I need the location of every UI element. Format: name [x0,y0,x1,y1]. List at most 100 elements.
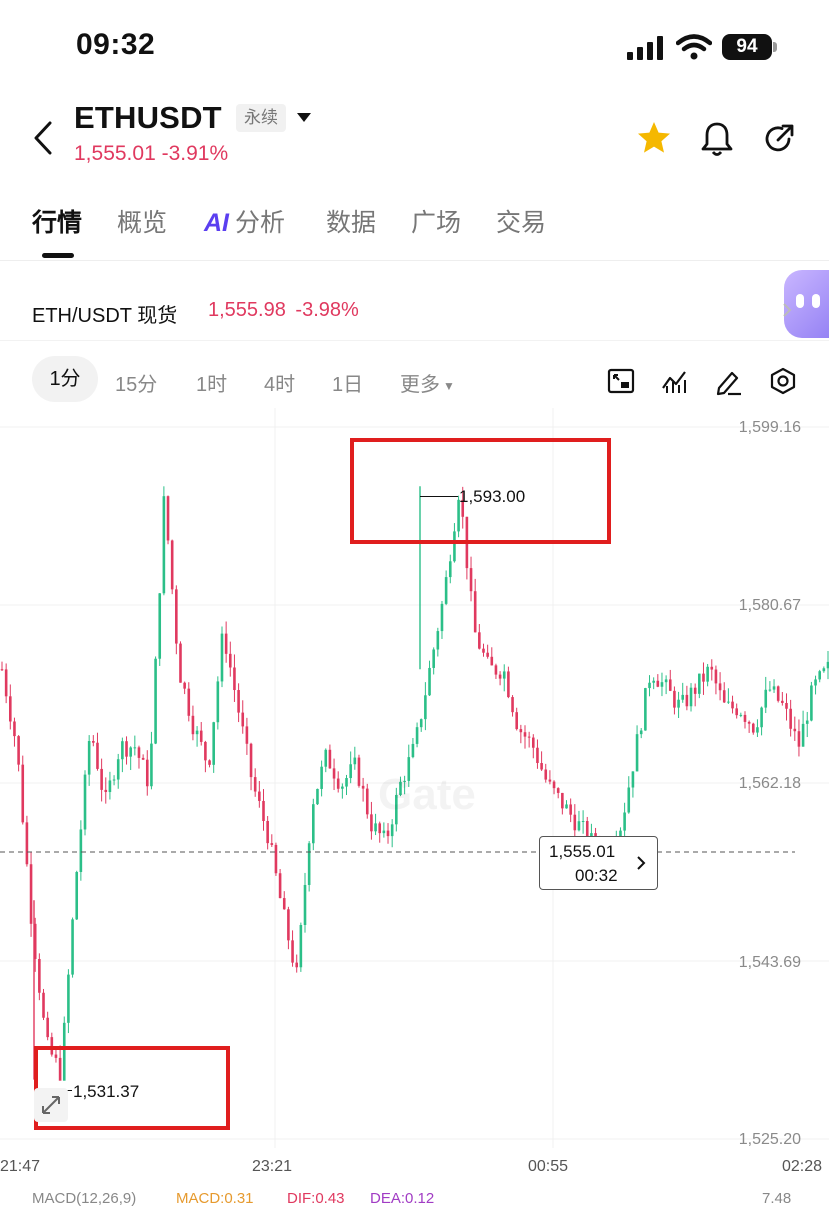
candle [295,954,299,973]
candle-body [469,568,473,592]
tab-overview[interactable]: 概览 [117,203,167,239]
candle [540,751,543,771]
candle [768,681,772,692]
candle-body [801,723,805,747]
candle-body [673,690,676,708]
candle [341,783,344,799]
candle-body [793,728,797,732]
candle-body [253,777,257,792]
candle-body [374,823,377,832]
candle-body [341,786,344,789]
tab-trade[interactable]: 交易 [496,203,546,239]
candle [220,626,224,688]
candle [266,816,269,850]
candle-body [75,871,79,920]
candle [735,703,738,719]
tab-market[interactable]: 行情 [32,203,82,239]
share-icon[interactable] [762,122,796,156]
tab-square[interactable]: 广场 [411,203,461,239]
candle-body [166,496,170,541]
interval-1h[interactable]: 1时 [196,368,227,397]
candle [419,718,423,732]
candle-body [145,759,149,787]
candle [440,600,444,639]
candle [25,815,29,867]
expand-icon[interactable] [34,1088,68,1122]
pair-dropdown-icon[interactable] [296,112,312,124]
candle [581,810,585,834]
candle-body [108,780,112,793]
interval-15m[interactable]: 15分 [115,368,157,397]
candle [345,774,348,796]
candle-body [104,789,108,793]
candle [424,682,427,731]
candle-body [241,712,245,727]
candle-body [714,669,718,684]
favorite-star-icon[interactable] [636,120,672,156]
candle [436,627,440,657]
header-change: -3.91% [161,142,229,165]
candle-body [125,741,128,757]
candle [129,746,132,771]
candle [810,681,813,722]
candle-body [635,734,639,772]
interval-1m[interactable]: 1分 [32,356,98,402]
candle-body [25,822,29,865]
pair-symbol[interactable]: ETHUSDT [74,100,222,136]
candle [224,621,228,663]
candle [71,917,74,978]
candle [502,664,506,692]
candle [191,705,195,741]
candle [473,578,477,633]
indicator-icon[interactable] [660,366,690,396]
spot-pair-label[interactable]: ETH/USDT 现货 [32,299,177,328]
candle [349,751,352,784]
candle-body [9,696,12,722]
draw-icon[interactable] [714,366,744,396]
candle-body [743,714,747,722]
candle [478,624,481,650]
chevron-right-icon [783,303,792,317]
candle-body [349,764,352,779]
candle [801,710,805,747]
candle [378,821,382,843]
candle [772,679,776,693]
candle [316,788,319,806]
candle-body [411,743,415,758]
candle [253,768,257,797]
tab-analysis[interactable]: AI 分析 [204,203,285,239]
tab-data[interactable]: 数据 [326,203,376,239]
bell-icon[interactable] [700,120,734,158]
candle-body [540,763,543,770]
spot-price-change[interactable]: 1,555.98 -3.98% [208,299,359,322]
candle-body [216,681,220,723]
candle [644,687,647,731]
candle-body [361,785,365,789]
candle-body [631,771,635,788]
candle-body [419,719,423,728]
candle [282,891,286,910]
candle [814,675,817,695]
interval-more[interactable]: 更多 ▼ [400,368,455,397]
header-price: 1,555.01 [74,142,156,165]
back-icon[interactable] [30,120,56,156]
candle-body [706,666,709,682]
candle [38,953,41,1001]
settings-icon[interactable] [768,366,798,396]
candle-body [764,689,768,708]
candle-body [561,792,564,809]
candle [104,777,108,804]
candle [448,554,452,584]
interval-4h[interactable]: 4时 [264,368,295,397]
candle [527,731,531,748]
interval-1d[interactable]: 1日 [332,368,363,397]
candle-body [258,791,261,801]
candle-body [544,769,548,780]
candle [781,691,784,706]
candle-body [565,804,568,809]
candle [303,872,307,933]
candle [75,870,79,921]
chart-resize-icon[interactable] [606,366,636,396]
candle [673,686,676,715]
candle [793,716,797,741]
